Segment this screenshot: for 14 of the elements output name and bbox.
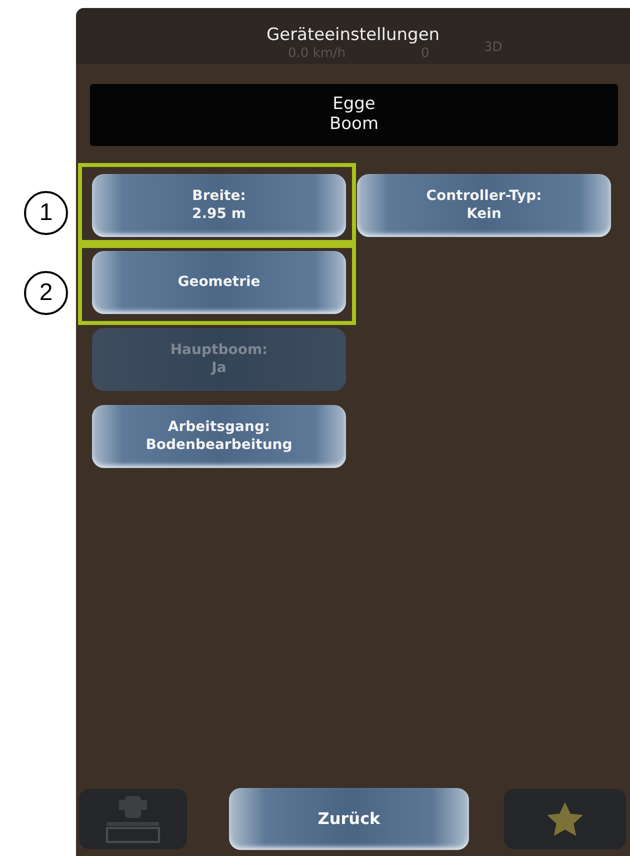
back-button[interactable]: Zurück	[229, 788, 469, 850]
setting-button[interactable]: Controller-Typ: Kein	[357, 174, 611, 237]
device-name: Boom	[329, 115, 379, 135]
setting-button[interactable]: Arbeitsgang: Bodenbearbeitung	[92, 405, 346, 468]
device-name: Egge	[332, 95, 376, 115]
setting-button[interactable]: Breite: 2.95 m	[92, 174, 346, 237]
favorites-button[interactable]	[504, 789, 626, 849]
callout-number: 2	[24, 271, 68, 315]
callout-number: 1	[24, 191, 68, 235]
setting-button[interactable]: Geometrie	[92, 251, 346, 314]
setting-button: Hauptboom: Ja	[92, 328, 346, 391]
window-title: Geräteeinstellungen	[266, 24, 440, 47]
star-icon	[546, 801, 584, 837]
machine-button[interactable]	[79, 789, 187, 849]
